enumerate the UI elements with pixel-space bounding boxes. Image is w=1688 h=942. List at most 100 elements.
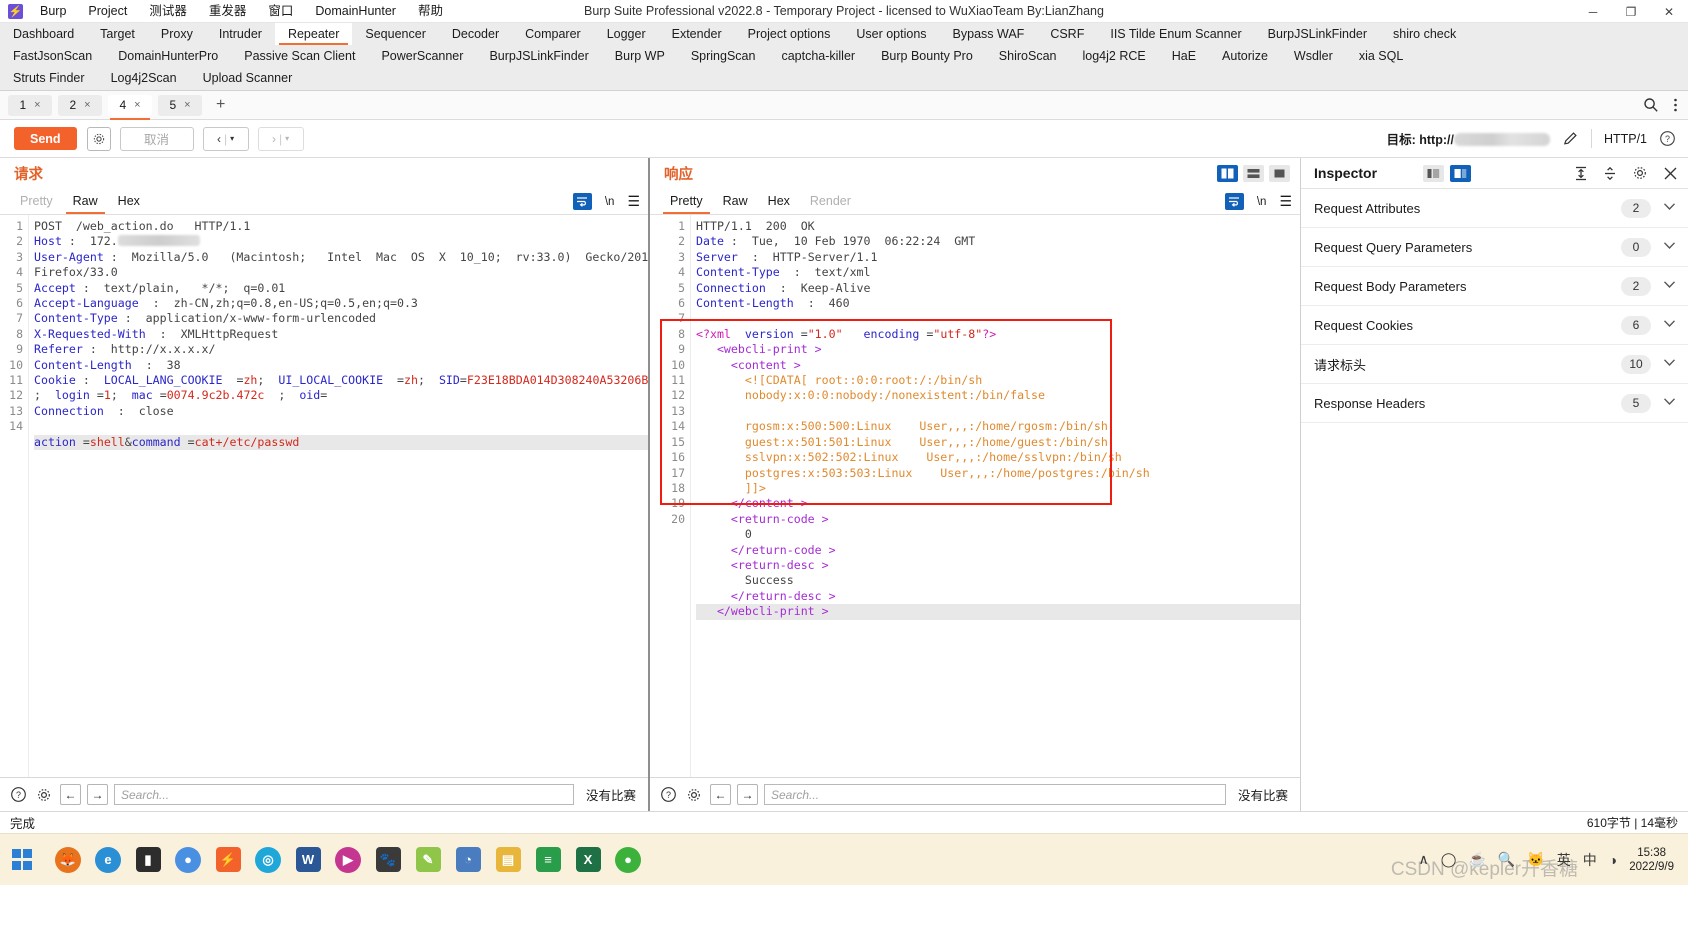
search-icon[interactable] bbox=[1643, 97, 1659, 113]
main-tab-springscan[interactable]: SpringScan bbox=[678, 45, 769, 67]
menu-item-4[interactable]: 窗口 bbox=[257, 0, 304, 23]
main-tab-iis-tilde-enum-scanner[interactable]: IIS Tilde Enum Scanner bbox=[1097, 23, 1254, 45]
close-icon[interactable]: × bbox=[84, 99, 90, 111]
newline-toggle[interactable]: \n bbox=[1257, 196, 1267, 208]
ime-language-icon[interactable]: 英 bbox=[1557, 850, 1571, 870]
response-subtab-hex[interactable]: Hex bbox=[758, 188, 800, 214]
close-button[interactable]: ✕ bbox=[1650, 0, 1688, 23]
send-button[interactable]: Send bbox=[14, 127, 77, 150]
chevron-down-icon[interactable] bbox=[1663, 358, 1676, 370]
main-tab-wsdler[interactable]: Wsdler bbox=[1281, 45, 1346, 67]
close-icon[interactable]: × bbox=[184, 99, 190, 111]
main-tab-burpjslinkfinder[interactable]: BurpJSLinkFinder bbox=[1255, 23, 1380, 45]
word-wrap-icon[interactable] bbox=[1224, 193, 1244, 210]
search-previous-button[interactable]: ← bbox=[60, 784, 81, 805]
response-subtab-pretty[interactable]: Pretty bbox=[660, 188, 713, 214]
main-tab-dashboard[interactable]: Dashboard bbox=[0, 23, 87, 45]
main-tab-target[interactable]: Target bbox=[87, 23, 148, 45]
search-input[interactable]: Search... bbox=[114, 784, 574, 805]
main-tab-comparer[interactable]: Comparer bbox=[512, 23, 594, 45]
chevron-down-icon[interactable] bbox=[1663, 202, 1676, 214]
inspector-section-request-body-parameters[interactable]: Request Body Parameters 2 bbox=[1301, 267, 1688, 306]
search-previous-button[interactable]: ← bbox=[710, 784, 731, 805]
inspector-section-request-attributes[interactable]: Request Attributes 2 bbox=[1301, 189, 1688, 228]
next-request-button[interactable]: › | ▾ bbox=[257, 126, 304, 151]
http-version-label[interactable]: HTTP/1 bbox=[1604, 132, 1647, 146]
response-subtab-render[interactable]: Render bbox=[800, 188, 861, 214]
main-tab-bypass-waf[interactable]: Bypass WAF bbox=[940, 23, 1038, 45]
inspector-dock-right-icon[interactable] bbox=[1450, 164, 1471, 182]
search-input[interactable]: Search... bbox=[764, 784, 1226, 805]
browser-circle-icon[interactable]: ◎ bbox=[250, 840, 286, 880]
request-subtab-raw[interactable]: Raw bbox=[63, 188, 108, 214]
split-vertical-view-icon[interactable] bbox=[1217, 164, 1238, 182]
main-tab-struts-finder[interactable]: Struts Finder bbox=[0, 67, 98, 89]
main-tab-xia-sql[interactable]: xia SQL bbox=[1346, 45, 1416, 67]
chevron-down-icon[interactable] bbox=[1663, 280, 1676, 292]
word-icon[interactable]: W bbox=[290, 840, 326, 880]
collapse-all-icon[interactable] bbox=[1574, 166, 1588, 181]
main-tab-upload-scanner[interactable]: Upload Scanner bbox=[190, 67, 306, 89]
main-tab-shiroscan[interactable]: ShiroScan bbox=[986, 45, 1070, 67]
request-subtab-hex[interactable]: Hex bbox=[108, 188, 150, 214]
menu-item-1[interactable]: Project bbox=[77, 0, 138, 23]
cat-tray-icon[interactable]: 🐱 bbox=[1527, 851, 1544, 868]
request-subtab-pretty[interactable]: Pretty bbox=[10, 188, 63, 214]
excel-icon[interactable]: X bbox=[570, 840, 606, 880]
main-tab-captcha-killer[interactable]: captcha-killer bbox=[768, 45, 868, 67]
search-next-button[interactable]: → bbox=[87, 784, 108, 805]
burp-suite-icon[interactable]: ⚡ bbox=[210, 840, 246, 880]
newline-toggle[interactable]: \n bbox=[605, 196, 615, 208]
wechat-icon[interactable]: ● bbox=[610, 840, 646, 880]
windows-start-button[interactable] bbox=[0, 834, 44, 886]
main-tab-sequencer[interactable]: Sequencer bbox=[352, 23, 438, 45]
main-tab-logger[interactable]: Logger bbox=[594, 23, 659, 45]
search-tray-icon[interactable]: 🔍 bbox=[1498, 851, 1515, 868]
wireshark-icon[interactable]: ◔ bbox=[450, 840, 486, 880]
question-circle-icon[interactable]: ? bbox=[1659, 130, 1676, 147]
new-repeater-tab-button[interactable]: + bbox=[208, 96, 233, 114]
main-tab-log4j2-rce[interactable]: log4j2 RCE bbox=[1069, 45, 1158, 67]
menu-item-2[interactable]: 测试器 bbox=[138, 0, 198, 23]
gear-icon[interactable] bbox=[86, 126, 111, 151]
request-editor[interactable]: 1 2 3 4 5 6 7 8 9 10 11 12 13 14 POST /web_action.do … bbox=[0, 215, 648, 777]
media-player-icon[interactable]: ▶ bbox=[330, 840, 366, 880]
hamburger-icon[interactable]: ☰ bbox=[1279, 193, 1292, 210]
inspector-section-request-query-parameters[interactable]: Request Query Parameters 0 bbox=[1301, 228, 1688, 267]
main-tab-burp-bounty-pro[interactable]: Burp Bounty Pro bbox=[868, 45, 986, 67]
ime-mode-icon[interactable]: 中 bbox=[1583, 850, 1597, 870]
main-tab-project-options[interactable]: Project options bbox=[735, 23, 844, 45]
minimize-button[interactable]: ─ bbox=[1574, 0, 1612, 23]
terminal-icon[interactable]: ▮ bbox=[130, 840, 166, 880]
menu-item-0[interactable]: Burp bbox=[29, 0, 77, 23]
main-tab-extender[interactable]: Extender bbox=[659, 23, 735, 45]
word-wrap-icon[interactable] bbox=[572, 193, 592, 210]
hamburger-icon[interactable]: ☰ bbox=[627, 193, 640, 210]
chevron-down-icon[interactable] bbox=[1663, 397, 1676, 409]
inspector-section-请求标头[interactable]: 请求标头 10 bbox=[1301, 345, 1688, 384]
question-circle-icon[interactable]: ? bbox=[658, 785, 678, 805]
vertical-dots-icon[interactable] bbox=[1673, 97, 1678, 113]
previous-request-button[interactable]: ‹ | ▾ bbox=[202, 126, 249, 151]
chrome-icon[interactable]: ● bbox=[170, 840, 206, 880]
close-icon[interactable]: × bbox=[34, 99, 40, 111]
gear-icon[interactable] bbox=[684, 785, 704, 805]
main-tab-shiro-check[interactable]: shiro check bbox=[1380, 23, 1469, 45]
main-tab-fastjsonscan[interactable]: FastJsonScan bbox=[0, 45, 105, 67]
pencil-icon[interactable] bbox=[1562, 130, 1579, 147]
close-icon[interactable]: × bbox=[134, 99, 140, 111]
repeater-tab-5[interactable]: 5 × bbox=[158, 94, 202, 116]
single-view-icon[interactable] bbox=[1269, 164, 1290, 182]
java-tray-icon[interactable]: ☕ bbox=[1468, 851, 1485, 868]
cancel-button[interactable]: 取消 bbox=[119, 126, 194, 151]
expand-all-icon[interactable] bbox=[1603, 166, 1617, 181]
response-subtab-raw[interactable]: Raw bbox=[713, 188, 758, 214]
main-tab-passive-scan-client[interactable]: Passive Scan Client bbox=[231, 45, 368, 67]
split-horizontal-view-icon[interactable] bbox=[1243, 164, 1264, 182]
network-tray-icon[interactable]: ◑ bbox=[1609, 852, 1617, 868]
chevron-down-icon[interactable] bbox=[1663, 241, 1676, 253]
paint-icon[interactable]: ✎ bbox=[410, 840, 446, 880]
notes-icon[interactable]: ≡ bbox=[530, 840, 566, 880]
cortana-circle-icon[interactable]: ◯ bbox=[1441, 851, 1457, 868]
edge-icon[interactable]: e bbox=[90, 840, 126, 880]
